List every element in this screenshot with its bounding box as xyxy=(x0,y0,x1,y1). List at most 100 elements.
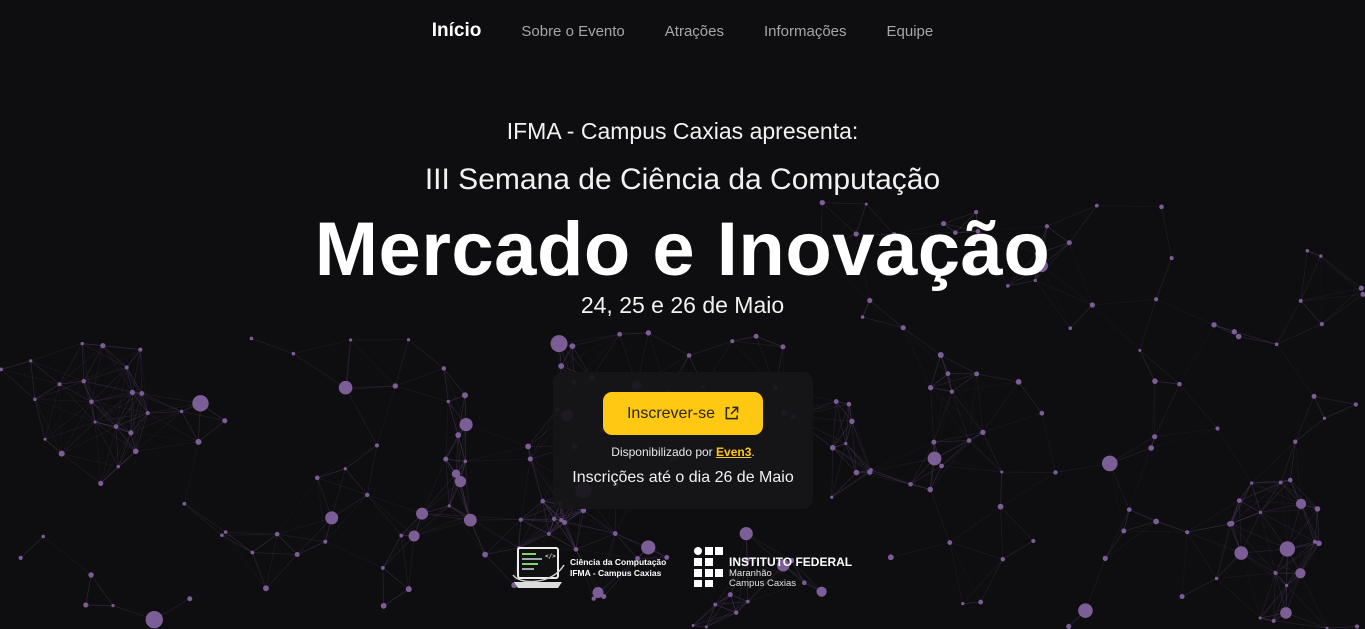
powered-by: Disponibilizado por Even3. xyxy=(553,445,813,459)
network-node xyxy=(463,459,468,464)
network-node xyxy=(187,596,193,602)
network-node xyxy=(406,338,411,342)
network-link xyxy=(940,354,977,375)
network-node xyxy=(974,371,980,377)
network-link xyxy=(968,440,1002,473)
network-node xyxy=(443,456,449,462)
network-node xyxy=(1258,616,1262,620)
laptop-code-icon: </> xyxy=(512,547,565,588)
network-link xyxy=(1179,383,1218,429)
network-node xyxy=(525,443,532,450)
network-node xyxy=(730,339,735,344)
external-link-icon xyxy=(725,406,739,420)
network-node xyxy=(1053,470,1058,475)
nav-item-equipe[interactable]: Equipe xyxy=(887,23,934,40)
network-link xyxy=(1128,447,1152,510)
network-node xyxy=(945,371,951,377)
network-node xyxy=(29,359,33,363)
network-node xyxy=(686,353,692,358)
network-node xyxy=(1354,624,1360,629)
network-node xyxy=(1185,530,1190,535)
network-link xyxy=(350,339,396,387)
network-link xyxy=(1109,463,1125,532)
network-link xyxy=(870,441,935,471)
network-node xyxy=(1138,348,1142,352)
network-node xyxy=(562,519,568,525)
network-link xyxy=(1154,428,1218,438)
network-link xyxy=(832,447,871,473)
network-node xyxy=(1179,594,1185,600)
network-link xyxy=(184,503,226,533)
network-link xyxy=(184,503,223,536)
network-link xyxy=(930,387,952,392)
network-link xyxy=(59,384,63,454)
network-node xyxy=(1293,439,1298,444)
powered-by-suffix: . xyxy=(751,445,755,459)
network-node xyxy=(441,366,447,371)
network-node xyxy=(1152,434,1158,440)
network-link xyxy=(1001,471,1056,473)
network-node xyxy=(1015,378,1022,385)
network-node xyxy=(392,383,398,389)
network-node xyxy=(1066,623,1072,629)
network-node xyxy=(100,343,106,349)
network-node xyxy=(518,517,523,522)
network-node xyxy=(323,539,328,544)
network-link xyxy=(902,327,949,374)
network-link xyxy=(198,420,226,443)
nav-item-sobre-o-evento[interactable]: Sobre o Evento xyxy=(521,23,624,40)
network-link xyxy=(376,385,396,446)
network-link xyxy=(1239,479,1291,501)
network-link xyxy=(1055,463,1110,473)
even3-link[interactable]: Even3 xyxy=(716,445,751,459)
network-link xyxy=(1000,471,1003,507)
network-node xyxy=(1148,445,1154,451)
network-link xyxy=(1327,626,1358,629)
network-link xyxy=(408,339,445,369)
network-node xyxy=(645,330,652,336)
network-link xyxy=(1289,479,1320,544)
course-logo-line2: IFMA - Campus Caxias xyxy=(570,568,662,578)
network-node xyxy=(344,386,350,392)
network-link xyxy=(831,447,834,498)
network-node xyxy=(1177,381,1182,387)
nav-item-atracoes[interactable]: Atrações xyxy=(665,23,724,40)
network-link xyxy=(949,506,1001,543)
network-node xyxy=(739,526,753,541)
network-node xyxy=(343,467,347,471)
network-link xyxy=(930,354,942,388)
network-node xyxy=(937,352,944,359)
network-link xyxy=(934,432,984,459)
network-link xyxy=(982,381,1019,433)
network-link xyxy=(447,401,466,462)
network-link xyxy=(83,380,133,393)
network-node xyxy=(713,602,718,607)
network-node xyxy=(349,338,353,342)
network-node xyxy=(900,325,906,331)
network-node xyxy=(980,429,986,436)
signup-button[interactable]: Inscrever-se xyxy=(603,392,763,435)
network-node xyxy=(1101,455,1118,472)
network-link xyxy=(982,412,1042,433)
network-link xyxy=(1286,585,1328,629)
network-link xyxy=(184,441,199,504)
network-node xyxy=(1287,477,1293,483)
network-link xyxy=(1276,323,1322,345)
network-link xyxy=(395,385,449,402)
nav-item-inicio[interactable]: Início xyxy=(432,20,482,42)
hero-kicker: IFMA - Campus Caxias apresenta: xyxy=(506,118,859,144)
network-node xyxy=(1271,618,1276,623)
network-link xyxy=(1018,381,1043,414)
network-link xyxy=(1295,417,1325,442)
hero-subtitle: III Semana de Ciência da Computação xyxy=(424,163,941,196)
network-node xyxy=(569,343,576,350)
network-link xyxy=(1294,396,1315,442)
network-node xyxy=(451,469,461,478)
network-link xyxy=(30,360,36,400)
network-link xyxy=(1317,508,1320,544)
network-node xyxy=(325,511,339,525)
nav-item-informacoes[interactable]: Informações xyxy=(764,23,847,40)
network-link xyxy=(1109,436,1155,464)
network-node xyxy=(931,439,937,445)
network-link xyxy=(951,381,1019,392)
